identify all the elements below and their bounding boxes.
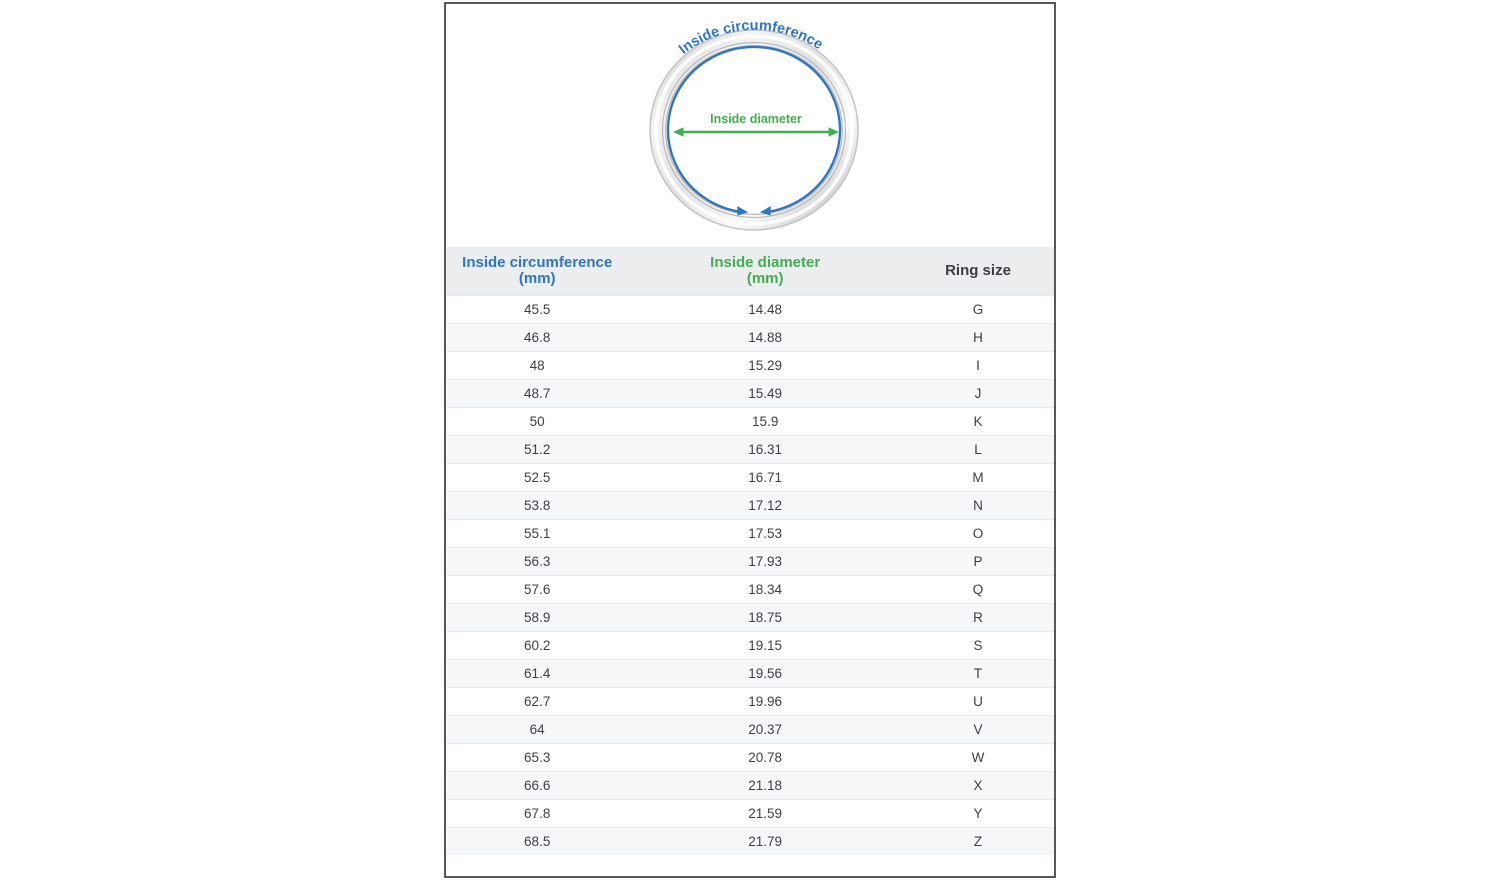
diameter-cell: 17.12 <box>628 491 902 519</box>
circumference-cell: 66.6 <box>446 771 628 799</box>
circumference-cell: 57.6 <box>446 575 628 603</box>
diameter-cell: 19.96 <box>628 687 902 715</box>
table-row: 60.219.15S <box>446 631 1054 659</box>
ring-size-cell: M <box>902 463 1054 491</box>
table-row: 55.117.53O <box>446 519 1054 547</box>
table-row: 52.516.71M <box>446 463 1054 491</box>
diameter-cell: 14.48 <box>628 295 902 323</box>
table-row: 67.821.59Y <box>446 799 1054 827</box>
table-row: 5015.9K <box>446 407 1054 435</box>
ring-size-cell: S <box>902 631 1054 659</box>
ring-diagram-svg: Inside circumference Inside diameter <box>570 4 930 247</box>
header-line: Inside circumference <box>446 255 628 271</box>
header-row: Inside circumference (mm) Inside diamete… <box>446 247 1054 295</box>
ring-size-cell: L <box>902 435 1054 463</box>
table-row: 6420.37V <box>446 715 1054 743</box>
ring-size-cell: P <box>902 547 1054 575</box>
ring-size-cell: Z <box>902 827 1054 855</box>
circumference-cell: 68.5 <box>446 827 628 855</box>
ring-size-cell: V <box>902 715 1054 743</box>
ring-size-cell: K <box>902 407 1054 435</box>
diameter-cell: 17.93 <box>628 547 902 575</box>
circumference-cell: 62.7 <box>446 687 628 715</box>
circumference-cell: 67.8 <box>446 799 628 827</box>
table-row: 4815.29I <box>446 351 1054 379</box>
diameter-label: Inside diameter <box>710 112 802 126</box>
diameter-cell: 16.71 <box>628 463 902 491</box>
circumference-cell: 58.9 <box>446 603 628 631</box>
table-row: 46.814.88H <box>446 323 1054 351</box>
header-line: Ring size <box>902 263 1054 279</box>
ring-size-table: Inside circumference (mm) Inside diamete… <box>446 247 1054 855</box>
diameter-cell: 21.18 <box>628 771 902 799</box>
circumference-cell: 48.7 <box>446 379 628 407</box>
ring-size-cell: W <box>902 743 1054 771</box>
header-unit: (mm) <box>446 271 628 287</box>
ring-size-cell: I <box>902 351 1054 379</box>
circumference-cell: 60.2 <box>446 631 628 659</box>
header-inside-circumference: Inside circumference (mm) <box>446 247 628 295</box>
circumference-cell: 51.2 <box>446 435 628 463</box>
circumference-cell: 45.5 <box>446 295 628 323</box>
diameter-arrow <box>673 127 839 136</box>
circumference-cell: 64 <box>446 715 628 743</box>
table-row: 66.621.18X <box>446 771 1054 799</box>
diameter-cell: 21.59 <box>628 799 902 827</box>
ring-size-cell: U <box>902 687 1054 715</box>
diameter-cell: 18.34 <box>628 575 902 603</box>
table-row: 48.715.49J <box>446 379 1054 407</box>
diameter-cell: 19.56 <box>628 659 902 687</box>
ring-size-cell: N <box>902 491 1054 519</box>
circumference-cell: 52.5 <box>446 463 628 491</box>
diameter-cell: 16.31 <box>628 435 902 463</box>
ring-size-cell: T <box>902 659 1054 687</box>
header-unit: (mm) <box>628 271 902 287</box>
table-row: 65.320.78W <box>446 743 1054 771</box>
circumference-cell: 48 <box>446 351 628 379</box>
ring-size-cell: G <box>902 295 1054 323</box>
diameter-cell: 18.75 <box>628 603 902 631</box>
ring-size-cell: J <box>902 379 1054 407</box>
table-row: 53.817.12N <box>446 491 1054 519</box>
circumference-cell: 56.3 <box>446 547 628 575</box>
table-row: 56.317.93P <box>446 547 1054 575</box>
table-row: 57.618.34Q <box>446 575 1054 603</box>
header-ring-size: Ring size <box>902 247 1054 295</box>
table-row: 68.521.79Z <box>446 827 1054 855</box>
header-line: Inside diameter <box>628 255 902 271</box>
ring-size-cell: X <box>902 771 1054 799</box>
diameter-cell: 14.88 <box>628 323 902 351</box>
ring-size-table-header: Inside circumference (mm) Inside diamete… <box>446 247 1054 295</box>
ring-size-cell: O <box>902 519 1054 547</box>
ring-size-chart-panel: Inside circumference Inside diameter Ins… <box>444 2 1056 878</box>
diameter-cell: 15.29 <box>628 351 902 379</box>
circumference-cell: 65.3 <box>446 743 628 771</box>
diameter-cell: 20.78 <box>628 743 902 771</box>
diameter-cell: 15.49 <box>628 379 902 407</box>
table-row: 45.514.48G <box>446 295 1054 323</box>
diameter-cell: 19.15 <box>628 631 902 659</box>
circumference-cell: 50 <box>446 407 628 435</box>
ring-diagram: Inside circumference Inside diameter <box>446 4 1054 247</box>
diameter-cell: 20.37 <box>628 715 902 743</box>
diameter-cell: 21.79 <box>628 827 902 855</box>
ring-size-cell: R <box>902 603 1054 631</box>
ring-size-cell: Y <box>902 799 1054 827</box>
table-row: 58.918.75R <box>446 603 1054 631</box>
circumference-cell: 61.4 <box>446 659 628 687</box>
ring-size-cell: Q <box>902 575 1054 603</box>
circumference-cell: 53.8 <box>446 491 628 519</box>
ring-size-table-body: 45.514.48G46.814.88H4815.29I48.715.49J50… <box>446 295 1054 855</box>
table-row: 51.216.31L <box>446 435 1054 463</box>
header-inside-diameter: Inside diameter (mm) <box>628 247 902 295</box>
ring-size-cell: H <box>902 323 1054 351</box>
table-row: 62.719.96U <box>446 687 1054 715</box>
circumference-cell: 46.8 <box>446 323 628 351</box>
diameter-cell: 15.9 <box>628 407 902 435</box>
diameter-cell: 17.53 <box>628 519 902 547</box>
circumference-cell: 55.1 <box>446 519 628 547</box>
table-row: 61.419.56T <box>446 659 1054 687</box>
